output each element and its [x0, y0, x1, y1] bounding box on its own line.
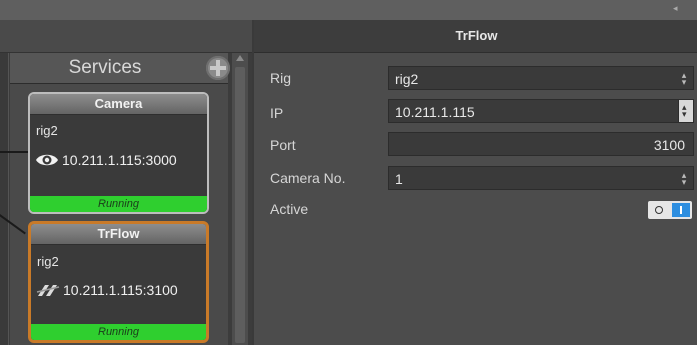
port-value: 3100: [653, 137, 685, 153]
service-card-address: 10.211.1.115:3100: [63, 282, 178, 298]
title-strip: ◂: [0, 0, 697, 20]
ip-value: 10.211.1.115: [395, 104, 475, 120]
eye-icon: [36, 154, 58, 166]
ip-label: IP: [270, 105, 284, 121]
rig-value: rig2: [395, 71, 419, 87]
port-label: Port: [270, 137, 296, 153]
camera-no-select[interactable]: 1 ▴ ▾: [388, 166, 694, 190]
rig-label: Rig: [270, 70, 292, 86]
spinner-arrows-icon: ▴ ▾: [682, 102, 687, 119]
toggle-off-icon: [655, 206, 663, 214]
service-status-badge: Running: [31, 324, 206, 340]
dropdown-arrows-icon: ▴ ▾: [681, 170, 687, 187]
dropdown-arrows-icon: ▴ ▾: [681, 70, 687, 87]
properties-title: TrFlow: [254, 20, 697, 53]
resize-grip-icon[interactable]: ◂: [673, 4, 683, 13]
add-service-button[interactable]: [206, 56, 230, 80]
scroll-thumb[interactable]: [235, 67, 245, 343]
ip-field[interactable]: 10.211.1.115 ▴ ▾: [388, 99, 694, 123]
service-card-trflow[interactable]: TrFlow rig2 10.211.1.115:3100 Running: [28, 221, 209, 343]
connector-line: [0, 151, 28, 153]
service-card-camera[interactable]: Camera rig2 10.211.1.115:3000 Running: [28, 92, 209, 214]
service-card-address: 10.211.1.115:3000: [62, 152, 177, 168]
properties-panel: TrFlow Rig rig2 ▴ ▾ IP 10.211.1.115 ▴ ▾ Po…: [252, 20, 697, 345]
service-card-title: TrFlow: [31, 224, 206, 245]
active-label: Active: [270, 201, 309, 217]
app-window: ◂ Services Camera rig2 10.211.1.115:3000…: [0, 0, 697, 345]
services-panel-header: [0, 20, 252, 53]
port-field[interactable]: 3100: [388, 132, 694, 156]
services-scrollbar[interactable]: [232, 53, 248, 345]
ip-spinner-button[interactable]: ▴ ▾: [678, 100, 693, 122]
service-card-title: Camera: [30, 94, 207, 115]
active-toggle[interactable]: [648, 201, 692, 219]
toggle-on-indicator: [672, 203, 690, 217]
service-card-rig: rig2: [37, 254, 59, 269]
camera-no-value: 1: [395, 171, 403, 187]
rig-select[interactable]: rig2 ▴ ▾: [388, 66, 694, 90]
service-status-badge: Running: [30, 196, 207, 212]
scroll-up-icon[interactable]: [236, 55, 244, 61]
service-card-rig: rig2: [36, 123, 58, 138]
camera-no-label: Camera No.: [270, 170, 346, 186]
services-title: Services: [68, 57, 142, 78]
flow-icon: [36, 285, 60, 296]
services-header: Services: [10, 53, 230, 84]
left-edge-panel: [0, 53, 9, 345]
